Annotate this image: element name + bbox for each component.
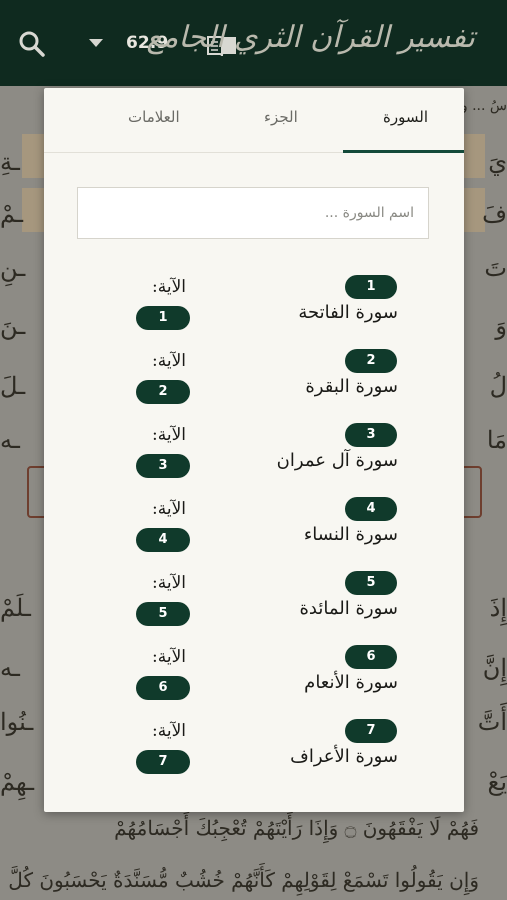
bg-line: إِنَّ xyxy=(482,654,507,682)
aya-label: الآية: xyxy=(152,351,186,371)
aya-button[interactable]: 5 xyxy=(136,602,190,626)
aya-label: الآية: xyxy=(152,277,186,297)
surah-name[interactable]: سورة الأنعام xyxy=(304,672,398,693)
aya-button[interactable]: 6 xyxy=(136,676,190,700)
surah-number-badge: 5 xyxy=(345,571,397,595)
surah-name[interactable]: سورة الفاتحة xyxy=(298,302,398,323)
bg-line: أَتَّ xyxy=(477,708,507,736)
bg-line: لُ xyxy=(489,372,507,400)
bg-line: تَ xyxy=(484,254,507,282)
surah-number-badge: 4 xyxy=(345,497,397,521)
aya-button[interactable]: 3 xyxy=(136,454,190,478)
search-icon[interactable] xyxy=(18,30,46,58)
bg-line: إِذَ xyxy=(489,594,507,622)
bg-line: يَ xyxy=(488,148,507,176)
bg-line: مَا xyxy=(486,426,507,454)
tab-bar: السورة الجزء العلامات xyxy=(44,88,464,153)
bg-bottom-line: فَهُمْ لَا يَفْقَهُونَ ۝ وَإِذَا رَأَيْت… xyxy=(114,816,479,840)
app-logo: تفسير القرآن الثري الجامع xyxy=(146,20,475,55)
bg-line: فَ xyxy=(482,200,507,228)
tab-surah[interactable]: السورة xyxy=(383,108,428,126)
aya-button[interactable]: 7 xyxy=(136,750,190,774)
surah-number-badge: 7 xyxy=(345,719,397,743)
bg-line: يَعْ xyxy=(487,768,507,796)
bg-bottom-line: وَإِن يَقُولُوا تَسْمَعْ لِقَوْلِهِمْ كَ… xyxy=(8,868,479,892)
surah-number-badge: 1 xyxy=(345,275,397,299)
list-item[interactable]: 3 سورة آل عمران الآية: 3 xyxy=(44,423,464,497)
app-bar: 62:9 تفسير القرآن الثري الجامع xyxy=(0,0,507,86)
aya-label: الآية: xyxy=(152,647,186,667)
aya-label: الآية: xyxy=(152,721,186,741)
surah-number-badge: 6 xyxy=(345,645,397,669)
tab-bookmarks[interactable]: العلامات xyxy=(128,108,180,126)
list-item[interactable]: 4 سورة النساء الآية: 4 xyxy=(44,497,464,571)
surah-name[interactable]: سورة المائدة xyxy=(300,598,399,619)
surah-search-input[interactable]: اسم السورة ... xyxy=(77,187,429,239)
surah-number-badge: 3 xyxy=(345,423,397,447)
tab-indicator xyxy=(343,150,464,153)
surah-picker-dialog: السورة الجزء العلامات اسم السورة ... 1 س… xyxy=(44,88,464,812)
list-item[interactable]: 5 سورة المائدة الآية: 5 xyxy=(44,571,464,645)
aya-button[interactable]: 2 xyxy=(136,380,190,404)
surah-name[interactable]: سورة آل عمران xyxy=(277,450,398,471)
list-item[interactable]: 2 سورة البقرة الآية: 2 xyxy=(44,349,464,423)
aya-label: الآية: xyxy=(152,499,186,519)
surah-name[interactable]: سورة النساء xyxy=(304,524,398,545)
surah-number-badge: 2 xyxy=(345,349,397,373)
list-item[interactable]: 1 سورة الفاتحة الآية: 1 xyxy=(44,275,464,349)
aya-label: الآية: xyxy=(152,425,186,445)
list-item[interactable]: 7 سورة الأعراف الآية: 7 xyxy=(44,719,464,793)
surah-name[interactable]: سورة البقرة xyxy=(305,376,398,397)
caret-down-icon[interactable] xyxy=(89,39,103,47)
aya-button[interactable]: 1 xyxy=(136,306,190,330)
aya-label: الآية: xyxy=(152,573,186,593)
surah-name[interactable]: سورة الأعراف xyxy=(290,746,398,767)
tab-juz[interactable]: الجزء xyxy=(264,108,298,126)
bg-line: وَ xyxy=(495,312,507,340)
aya-button[interactable]: 4 xyxy=(136,528,190,552)
list-item[interactable]: 6 سورة الأنعام الآية: 6 xyxy=(44,645,464,719)
